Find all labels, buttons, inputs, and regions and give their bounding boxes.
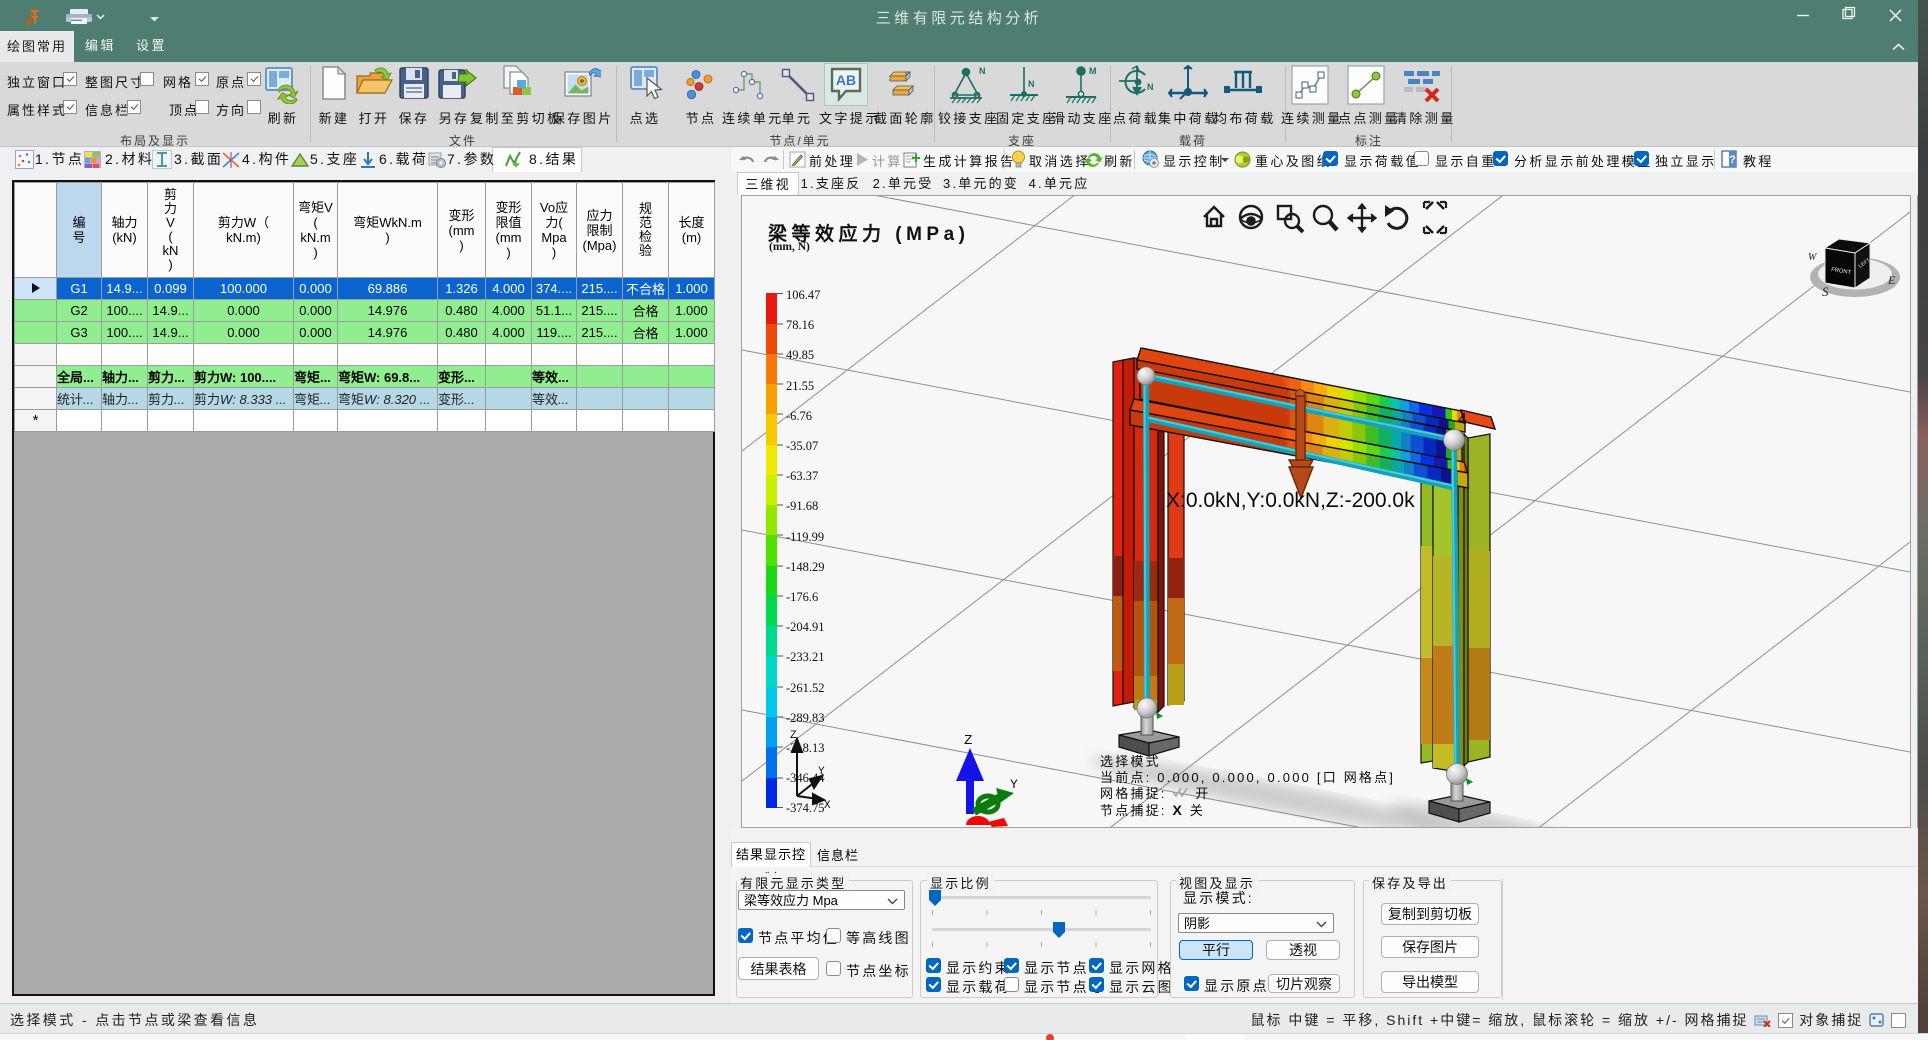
svg-text:?: ? [1729,154,1736,166]
svg-text:Y: Y [1010,777,1018,792]
svg-text:X: X [824,800,831,812]
svg-text:AB: AB [836,72,856,88]
svg-text:N: N [1028,79,1035,89]
svg-text:N: N [1147,82,1154,92]
svg-text:S: S [1822,284,1829,299]
svg-text:N: N [979,66,986,76]
svg-text:4: 4 [1458,411,1467,428]
svg-text:M: M [1089,66,1097,76]
svg-text:E: E [1887,273,1896,287]
svg-text:Z: Z [964,733,972,749]
svg-text:W: W [1808,252,1818,263]
